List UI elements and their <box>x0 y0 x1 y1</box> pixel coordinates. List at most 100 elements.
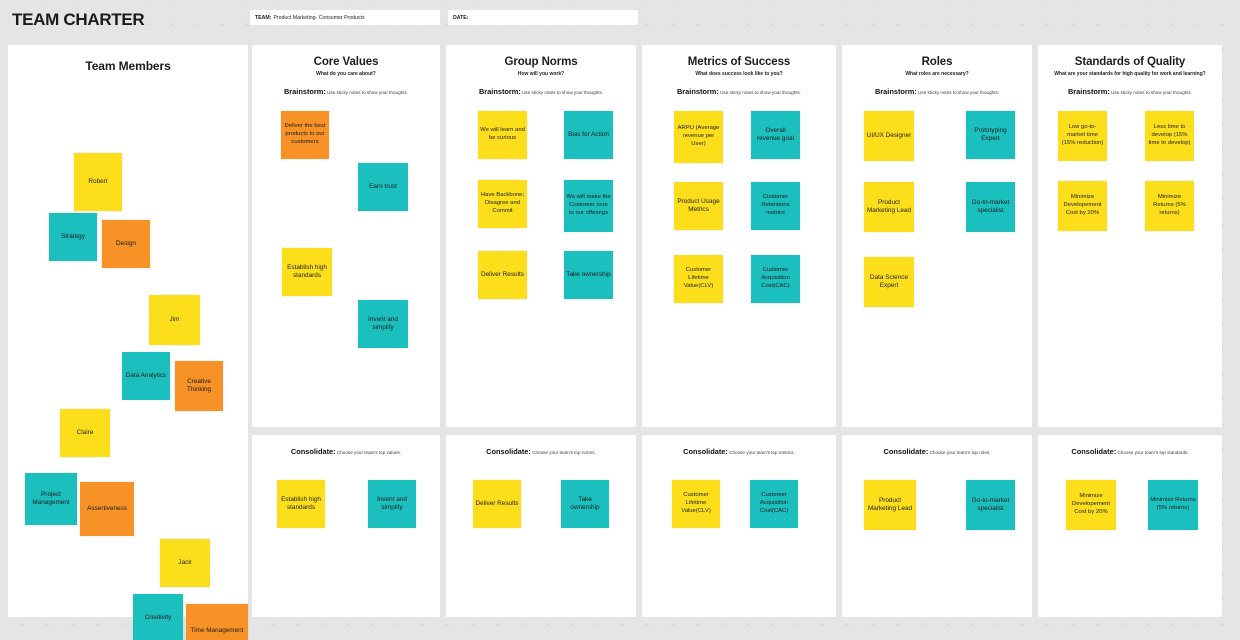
sticky-note-text: Go-to-market specialist <box>971 496 1010 512</box>
sticky-note[interactable]: Overall revenue goal <box>751 111 800 159</box>
sticky-note[interactable]: Go-to-market specialist <box>966 182 1015 232</box>
sticky-note[interactable]: Creativity <box>133 594 183 640</box>
sticky-note-text: Creative Thinking <box>186 377 212 393</box>
consolidate-label: Consolidate: <box>683 447 728 456</box>
sticky-note-text: Deliver the best products to our custome… <box>284 123 326 145</box>
sticky-note[interactable]: Take ownership <box>561 480 609 528</box>
sticky-note[interactable]: Product Usage Metrics <box>674 182 723 230</box>
column-subtitle-group-norms: How will you work? <box>517 71 565 77</box>
sticky-note-text: Customer Lifetime Value(CLV) <box>681 492 711 514</box>
sticky-note-text: UI/UX Designer <box>866 131 912 139</box>
sticky-note[interactable]: Customer Acquisition Cost(CAC) <box>751 255 800 303</box>
sticky-note[interactable]: Project Management <box>25 473 77 525</box>
brainstorm-label: Brainstorm: <box>874 87 917 96</box>
sticky-note-text: Minimize Developement Cost by 20% <box>1072 493 1110 515</box>
sticky-note[interactable]: Deliver Results <box>478 251 527 299</box>
sticky-note[interactable]: Design <box>102 220 150 268</box>
sticky-note[interactable]: Minimize Developement Cost by 20% <box>1058 181 1107 231</box>
sticky-note-text: Customer Lifetime Value(CLV) <box>683 267 714 289</box>
sticky-note[interactable]: Less time to develop (15% time to develo… <box>1145 111 1194 161</box>
sticky-note[interactable]: Establish high standards <box>282 248 332 296</box>
sticky-note[interactable]: Take ownership <box>564 251 613 299</box>
date-field[interactable]: DATE: <box>448 10 638 25</box>
sticky-note-text: Deliver Results <box>481 270 524 278</box>
sticky-note[interactable]: Claire <box>60 409 110 457</box>
sticky-note-text: Data Science Expert <box>869 273 908 289</box>
sticky-note[interactable]: Jack <box>160 539 210 587</box>
sticky-note[interactable]: Customer Lifetime Value(CLV) <box>672 480 720 528</box>
sticky-note[interactable]: Customer Retentions metrics <box>751 182 800 230</box>
sticky-note[interactable]: Deliver Results <box>473 480 521 528</box>
consolidate-prompt-core-values: Consolidate: Choose your team's top valu… <box>254 447 438 456</box>
consolidate-prompt-roles: Consolidate: Choose your team's top role… <box>844 447 1030 456</box>
consolidate-prompt-standards-of-quality: Consolidate: Choose your team's top stan… <box>1040 447 1220 456</box>
sticky-note-text: Establish high standards <box>287 263 327 279</box>
sticky-note[interactable]: Creative Thinking <box>175 361 223 411</box>
sticky-note[interactable]: Invent and simplify <box>358 300 408 348</box>
consolidate-text: Choose your team's top values. <box>336 450 402 455</box>
sticky-note[interactable]: Deliver the best products to our custome… <box>281 111 329 159</box>
sticky-note[interactable]: UI/UX Designer <box>864 111 914 161</box>
sticky-note-text: Product Marketing Lead <box>867 496 913 512</box>
sticky-note-text: We will make the Customer core to our of… <box>566 194 611 216</box>
sticky-note-text: Take ownership <box>570 495 600 511</box>
sticky-note[interactable]: Data Analytics <box>122 352 170 400</box>
sticky-note[interactable]: Data Science Expert <box>864 257 914 307</box>
sticky-note-text: Creativity <box>144 613 172 621</box>
brainstorm-text: Use sticky notes to show your thoughts. <box>1111 90 1193 95</box>
panel-metrics-of-success-brainstorm: Metrics of Success What does success loo… <box>642 45 836 427</box>
sticky-note[interactable]: Establish high standards <box>277 480 325 528</box>
sticky-note[interactable]: Bias for Action <box>564 111 613 159</box>
sticky-note[interactable]: Low go-to-market time (15% reduction) <box>1058 111 1107 161</box>
brainstorm-prompt-roles: Brainstorm: Use sticky notes to show you… <box>844 87 1030 96</box>
sticky-note-text: Minimize Returns (5% returns) <box>1150 497 1196 511</box>
sticky-note[interactable]: Have Backbone; Disagree and Commit <box>478 180 527 228</box>
sticky-note[interactable]: Product Marketing Lead <box>864 182 914 232</box>
sticky-note[interactable]: Go-to-market specialist <box>966 480 1015 530</box>
sticky-note[interactable]: Robert <box>74 153 122 211</box>
sticky-note-text: Time Management <box>190 626 244 634</box>
brainstorm-text: Use sticky notes to show your thoughts. <box>327 90 409 95</box>
sticky-note[interactable]: Strategy <box>49 213 97 261</box>
panel-standards-of-quality-brainstorm: Standards of Quality What are your stand… <box>1038 45 1222 427</box>
consolidate-text: Choose your team's top roles. <box>929 450 991 455</box>
column-title-metrics-of-success: Metrics of Success <box>687 56 791 68</box>
column-subtitle-metrics-of-success: What does success look like to you? <box>695 71 783 77</box>
sticky-note[interactable]: Customer Acquisition Cost(CAC) <box>750 480 798 528</box>
sticky-note-text: Bias for Action <box>568 130 609 138</box>
sticky-note-text: Data Analytics <box>125 371 167 379</box>
brainstorm-prompt-core-values: Brainstorm: Use sticky notes to show you… <box>254 87 438 96</box>
sticky-note[interactable]: Customer Lifetime Value(CLV) <box>674 255 723 303</box>
sticky-note-text: Have Backbone; Disagree and Commit <box>480 192 525 214</box>
sticky-note[interactable]: We will make the Customer core to our of… <box>564 180 613 232</box>
panel-group-norms-brainstorm: Group Norms How will you work? Brainstor… <box>446 45 636 427</box>
sticky-note-text: Product Marketing Lead <box>866 198 912 214</box>
team-name-field[interactable]: TEAM: Product Marketing- Consumer Produc… <box>250 10 440 25</box>
brainstorm-label: Brainstorm: <box>1067 87 1110 96</box>
sticky-note-text: Customer Acquisition Cost(CAC) <box>761 267 790 289</box>
sticky-note[interactable]: Invent and simplify <box>368 480 416 528</box>
sticky-note-text: Minimize Developement Cost by 20% <box>1063 194 1102 216</box>
sticky-note[interactable]: Jim <box>149 295 200 345</box>
sticky-note-text: Invent and simplify <box>377 495 407 511</box>
sticky-note[interactable]: Prototyping Expert <box>966 111 1015 159</box>
sticky-note[interactable]: Minimize Developement Cost by 20% <box>1066 480 1116 530</box>
sticky-note[interactable]: Product Marketing Lead <box>864 480 916 530</box>
brainstorm-text: Use sticky notes to show your thoughts. <box>522 90 604 95</box>
sticky-note[interactable]: ARPU (Average revenue per User) <box>674 111 723 163</box>
sticky-note-text: Project Management <box>32 490 70 506</box>
team-field-label: TEAM: <box>255 14 272 21</box>
brainstorm-prompt-metrics-of-success: Brainstorm: Use sticky notes to show you… <box>644 87 834 96</box>
sticky-note[interactable]: Minimize Returns (5% returns) <box>1148 480 1198 530</box>
sticky-note-text: Invent and simplify <box>368 315 398 331</box>
sticky-note[interactable]: Assertiveness <box>80 482 134 536</box>
page-title: TEAM CHARTER <box>12 10 145 29</box>
sticky-note-text: Claire <box>76 428 94 436</box>
sticky-note[interactable]: Time Management <box>186 604 248 640</box>
sticky-note[interactable]: Minimize Returns (5% returns) <box>1145 181 1194 231</box>
sticky-note[interactable]: Earn trust <box>358 163 408 211</box>
consolidate-label: Consolidate: <box>883 447 929 456</box>
column-title-roles: Roles <box>921 56 953 68</box>
sticky-note-text: Customer Acquisition Cost(CAC) <box>759 492 789 514</box>
sticky-note[interactable]: We will learn and be curious <box>478 111 527 159</box>
